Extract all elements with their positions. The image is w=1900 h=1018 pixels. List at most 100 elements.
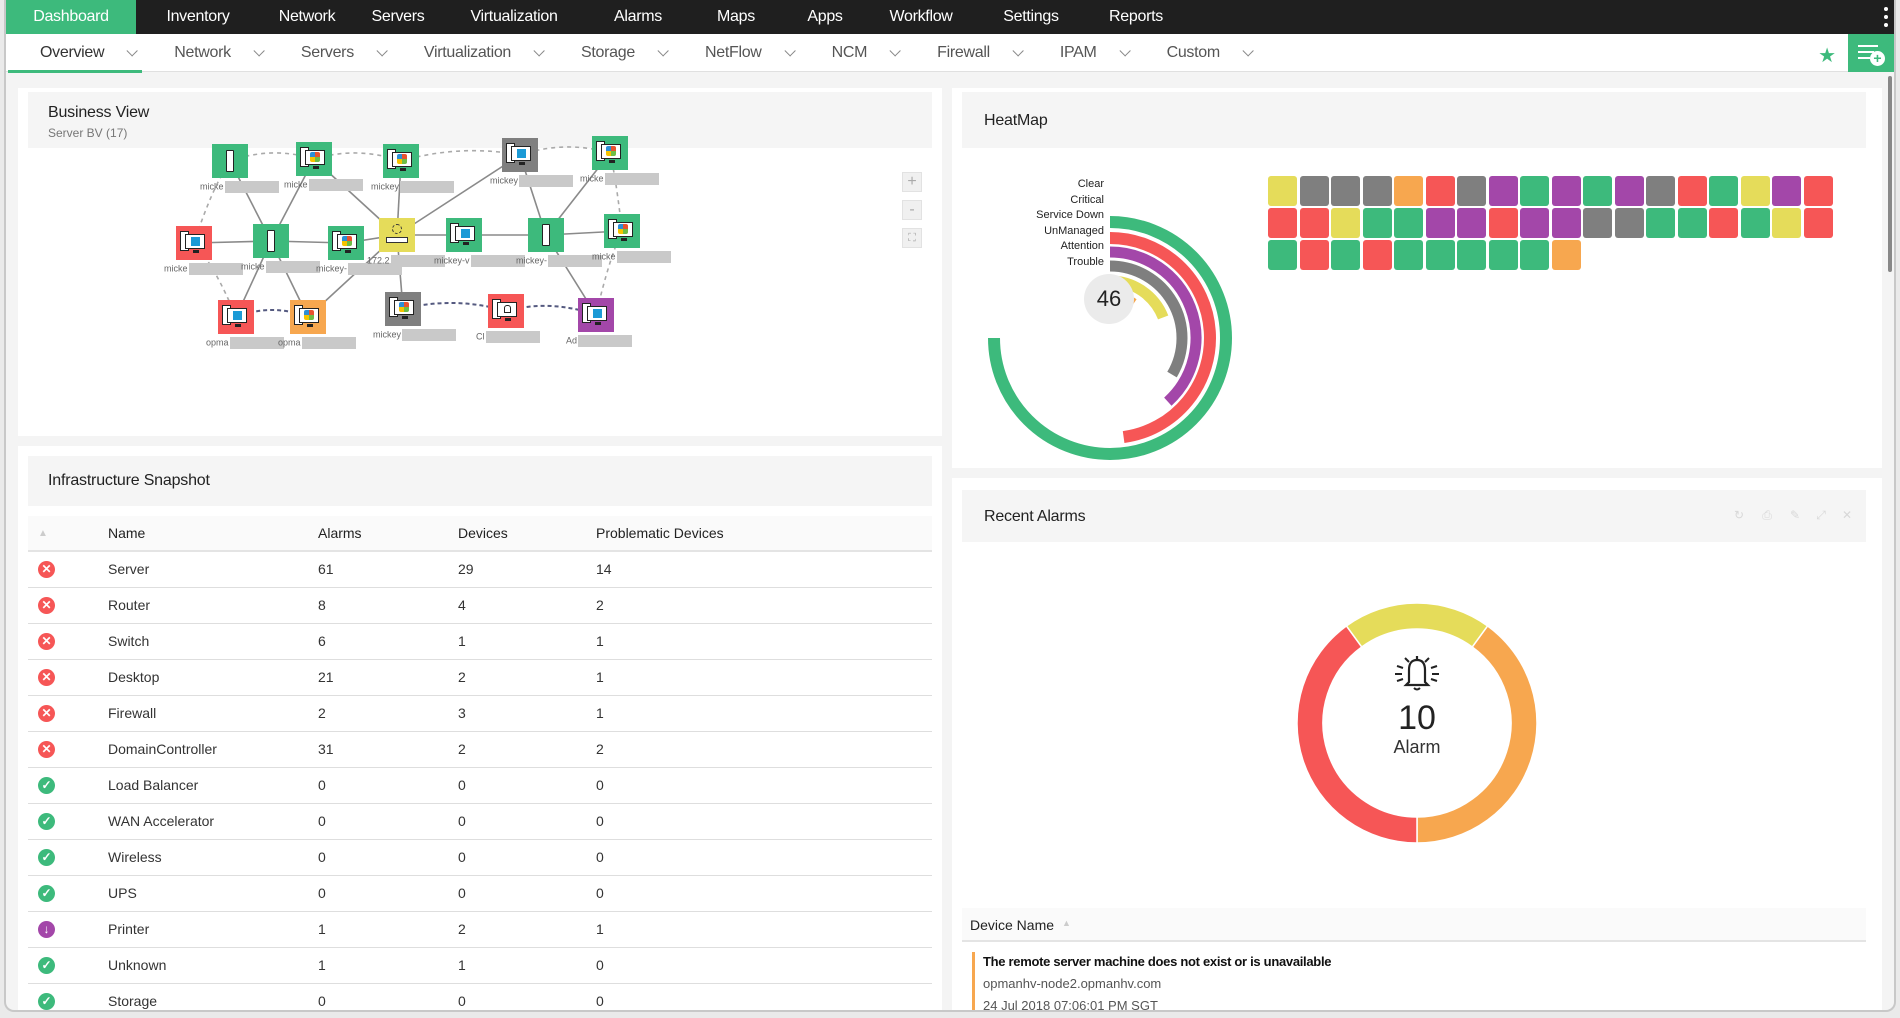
heatmap-cell-clear[interactable]	[1331, 240, 1360, 270]
heatmap-cell-clear[interactable]	[1394, 240, 1423, 270]
heatmap-cell-clear[interactable]	[1520, 176, 1549, 206]
page-scrollbar[interactable]	[1888, 76, 1892, 272]
nav-maps[interactable]: Maps	[690, 0, 782, 34]
table-row[interactable]: ✕ Router 8 4 2	[28, 587, 932, 624]
column-device-name[interactable]: Device Name	[970, 917, 1054, 933]
refresh-icon[interactable]: ↻	[1732, 508, 1746, 522]
tab-virtualization[interactable]: Virtualization	[424, 34, 545, 72]
donut-slice-attention[interactable]	[1345, 602, 1489, 648]
heatmap-cell-attention[interactable]	[1268, 176, 1297, 206]
topology-node[interactable]	[604, 214, 640, 248]
nav-settings[interactable]: Settings	[974, 0, 1088, 34]
topology-node[interactable]	[212, 144, 248, 178]
heatmap-cell-clear[interactable]	[1425, 240, 1455, 270]
table-row[interactable]: ✕ Switch 6 1 1	[28, 623, 932, 660]
heatmap-cell-trouble[interactable]	[1394, 176, 1423, 206]
tab-network[interactable]: Network	[174, 34, 265, 72]
heatmap-cell-attention[interactable]	[1331, 208, 1360, 238]
heatmap-cell-service-down[interactable]	[1457, 208, 1486, 238]
cell-name[interactable]: Unknown	[108, 947, 318, 984]
column-devices[interactable]: Devices	[458, 516, 596, 552]
cell-name[interactable]: Storage	[108, 983, 318, 1010]
topology-node[interactable]	[385, 292, 421, 326]
cell-name[interactable]: Firewall	[108, 695, 318, 732]
topology-node[interactable]	[253, 224, 289, 258]
sort-icon[interactable]: ▲	[28, 516, 108, 552]
column-name[interactable]: Name	[108, 516, 318, 552]
heatmap-cell-service-down[interactable]	[1772, 176, 1801, 206]
table-row[interactable]: ✓ WAN Accelerator 0 0 0	[28, 803, 932, 840]
heatmap-cell-clear[interactable]	[1709, 176, 1738, 206]
topology-node[interactable]	[328, 226, 364, 260]
heatmap-cell-critical[interactable]	[1677, 176, 1707, 206]
heatmap-cell-clear[interactable]	[1394, 208, 1423, 238]
heatmap-cell-clear[interactable]	[1740, 208, 1770, 238]
heatmap-cell-unmanaged[interactable]	[1362, 176, 1392, 206]
alarm-device[interactable]: opmanhv-node2.opmanhv.com	[983, 976, 1852, 991]
topology-node[interactable]	[592, 136, 628, 170]
heatmap-cell-critical[interactable]	[1299, 240, 1329, 270]
chevron-down-icon[interactable]	[1242, 44, 1254, 57]
sort-icon[interactable]: ▲	[1062, 918, 1071, 928]
more-options-icon[interactable]	[1882, 7, 1890, 27]
heatmap-cell-critical[interactable]	[1803, 176, 1833, 206]
heatmap-cell-clear[interactable]	[1268, 240, 1297, 270]
topology-node[interactable]	[379, 218, 415, 252]
heatmap-cell-service-down[interactable]	[1425, 208, 1455, 238]
tab-servers[interactable]: Servers	[301, 34, 388, 72]
chevron-down-icon[interactable]	[889, 44, 901, 57]
topology-node[interactable]	[296, 142, 332, 176]
heatmap-cell-service-down[interactable]	[1488, 176, 1518, 206]
cell-name[interactable]: Wireless	[108, 839, 318, 876]
table-row[interactable]: ✕ Firewall 2 3 1	[28, 695, 932, 732]
fullscreen-icon[interactable]: ⛶	[902, 228, 922, 248]
chevron-down-icon[interactable]	[657, 44, 669, 57]
chevron-down-icon[interactable]	[126, 44, 139, 57]
heatmap-cell-unmanaged[interactable]	[1583, 208, 1612, 238]
topology-node[interactable]	[578, 298, 614, 332]
add-widget-button[interactable]: +	[1848, 34, 1894, 72]
alarm-entry[interactable]: The remote server machine does not exist…	[972, 952, 1852, 1010]
heatmap-cell-unmanaged[interactable]	[1614, 208, 1644, 238]
heatmap-cell-service-down[interactable]	[1520, 208, 1549, 238]
chevron-down-icon[interactable]	[784, 44, 796, 57]
topology-node[interactable]	[502, 138, 538, 172]
favorite-star-icon[interactable]: ★	[1818, 43, 1836, 68]
table-row[interactable]: ✓ Wireless 0 0 0	[28, 839, 932, 876]
cell-name[interactable]: WAN Accelerator	[108, 803, 318, 840]
topology-node[interactable]	[528, 218, 564, 252]
export-icon[interactable]: ⎙	[1760, 508, 1774, 522]
nav-dashboard[interactable]: Dashboard	[6, 0, 136, 34]
table-row[interactable]: ✓ UPS 0 0 0	[28, 875, 932, 912]
cell-name[interactable]: Server	[108, 551, 318, 588]
heatmap-cell-service-down[interactable]	[1614, 176, 1644, 206]
heatmap-cell-clear[interactable]	[1520, 240, 1549, 270]
nav-reports[interactable]: Reports	[1088, 0, 1184, 34]
edit-icon[interactable]: ✎	[1788, 508, 1802, 522]
topology-node[interactable]	[488, 294, 524, 328]
heatmap-cell-critical[interactable]	[1803, 208, 1833, 238]
nav-network[interactable]: Network	[260, 0, 354, 34]
table-row[interactable]: ✓ Load Balancer 0 0 0	[28, 767, 932, 804]
heatmap-cell-clear[interactable]	[1488, 240, 1518, 270]
tab-netflow[interactable]: NetFlow	[705, 34, 796, 72]
nav-apps[interactable]: Apps	[782, 0, 868, 34]
chevron-down-icon[interactable]	[253, 44, 265, 57]
heatmap-cell-trouble[interactable]	[1551, 240, 1581, 270]
topology-node[interactable]	[218, 300, 254, 334]
nav-servers[interactable]: Servers	[354, 0, 442, 34]
nav-alarms[interactable]: Alarms	[586, 0, 690, 34]
heatmap-cell-attention[interactable]	[1740, 176, 1770, 206]
heatmap-cell-unmanaged[interactable]	[1331, 176, 1360, 206]
heatmap-cell-service-down[interactable]	[1551, 208, 1581, 238]
cell-name[interactable]: UPS	[108, 875, 318, 912]
heatmap-cell-critical[interactable]	[1425, 176, 1455, 206]
heatmap-cell-unmanaged[interactable]	[1646, 176, 1675, 206]
nav-virtualization[interactable]: Virtualization	[442, 0, 586, 34]
expand-icon[interactable]: ⤢	[1814, 508, 1828, 522]
heatmap-cell-critical[interactable]	[1299, 208, 1329, 238]
tab-firewall[interactable]: Firewall	[937, 34, 1024, 72]
heatmap-cell-critical[interactable]	[1268, 208, 1297, 238]
close-icon[interactable]: ✕	[1840, 508, 1854, 522]
heatmap-cell-clear[interactable]	[1457, 240, 1486, 270]
